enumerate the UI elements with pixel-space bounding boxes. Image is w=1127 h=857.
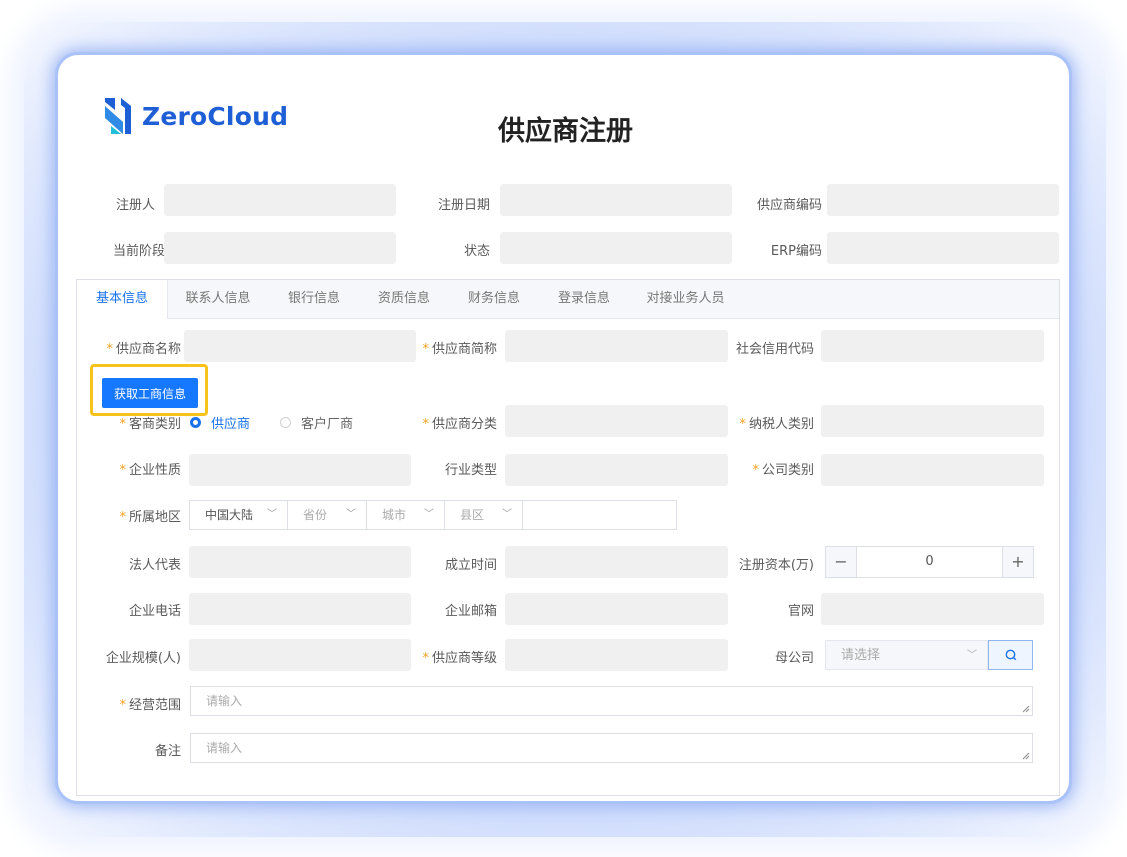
established-label: 成立时间 [444,558,497,573]
chevron-down-icon: ﹀ [502,509,512,520]
registrant-field[interactable] [164,184,396,216]
industry-type-field[interactable] [505,454,728,486]
supplier-short-label: * 供应商简称 [422,342,497,357]
county-select[interactable]: 县区 ﹀ [445,501,523,529]
brand-name: ZeroCloud [142,101,289,131]
registration-card: ZeroCloud 供应商注册 注册人 注册日期 供应商编码 当前阶段 状态 E… [58,55,1069,801]
enterprise-nature-field[interactable] [189,454,411,486]
radio-supplier[interactable]: 供应商 [190,413,250,432]
province-select[interactable]: 省份 ﹀ [288,501,367,529]
tab-basic-info[interactable]: 基本信息 [77,280,168,319]
company-size-label: 企业规模(人) [105,651,181,666]
register-date-label: 注册日期 [437,198,490,213]
register-date-field[interactable] [500,184,732,216]
tab-contacts[interactable]: 联系人信息 [172,280,264,318]
radio-checked-icon [190,417,201,428]
parent-company-label: 母公司 [774,651,814,666]
tab-login[interactable]: 登录信息 [539,280,629,318]
resize-grip-icon [1022,705,1030,713]
enterprise-nature-label: * 企业性质 [119,463,181,478]
address-input[interactable] [523,501,676,529]
chevron-down-icon: ﹀ [424,509,434,520]
reg-capital-stepper: − 0 + [825,546,1034,578]
chevron-down-icon: ﹀ [967,650,977,661]
website-label: 官网 [787,604,814,619]
fetch-business-info-button[interactable]: 获取工商信息 [102,378,198,408]
status-label: 状态 [463,244,490,259]
registrant-label: 注册人 [115,198,155,213]
city-select[interactable]: 城市 ﹀ [367,501,445,529]
remarks-label: 备注 [154,744,181,759]
supplier-level-label: * 供应商等级 [422,651,497,666]
reg-capital-label: 注册资本(万) [738,558,814,573]
supplier-code-label: 供应商编码 [756,198,822,213]
current-stage-field[interactable] [164,232,396,264]
tab-bar: 基本信息 联系人信息 银行信息 资质信息 财务信息 登录信息 对接业务人员 [77,280,1059,319]
radio-customer[interactable]: 客户厂商 [280,413,353,432]
tab-finance[interactable]: 财务信息 [449,280,539,318]
supplier-name-field[interactable] [184,330,416,362]
merchant-type-label: * 客商类别 [119,417,181,432]
remarks-input[interactable]: 请输入 [190,733,1033,763]
established-field[interactable] [505,546,728,578]
supplier-name-label: * 供应商名称 [106,342,181,357]
current-stage-label: 当前阶段 [112,244,165,259]
supplier-short-field[interactable] [505,330,728,362]
supplier-code-field[interactable] [827,184,1059,216]
decrement-button[interactable]: − [826,547,856,577]
company-type-label: * 公司类别 [752,463,814,478]
credit-code-field[interactable] [821,330,1044,362]
business-scope-input[interactable]: 请输入 [190,686,1033,716]
taxpayer-type-field[interactable] [821,405,1044,437]
business-scope-label: * 经营范围 [119,698,181,713]
supplier-category-label: * 供应商分类 [422,417,497,432]
radio-unchecked-icon [280,417,291,428]
company-phone-field[interactable] [189,593,411,625]
supplier-level-field[interactable] [505,639,728,671]
country-select[interactable]: 中国大陆 ﹀ [190,501,288,529]
status-field[interactable] [500,232,732,264]
resize-grip-icon [1022,752,1030,760]
chevron-down-icon: ﹀ [267,509,277,520]
search-icon [1005,649,1017,661]
detail-panel: 基本信息 联系人信息 银行信息 资质信息 财务信息 登录信息 对接业务人员 * 供… [76,279,1060,796]
region-selector: 中国大陆 ﹀ 省份 ﹀ 城市 ﹀ 县区 ﹀ [189,500,677,530]
legal-rep-field[interactable] [189,546,411,578]
brand-logo: ZeroCloud [103,95,288,137]
legal-rep-label: 法人代表 [128,558,181,573]
industry-type-label: 行业类型 [444,463,497,478]
website-field[interactable] [821,593,1044,625]
tab-qualification[interactable]: 资质信息 [359,280,449,318]
reg-capital-value[interactable]: 0 [856,547,1003,577]
parent-company-select[interactable]: 请选择 ﹀ [825,640,988,670]
supplier-category-field[interactable] [505,405,728,437]
tab-business-staff[interactable]: 对接业务人员 [633,280,738,318]
company-email-field[interactable] [505,593,728,625]
parent-search-button[interactable] [988,640,1033,670]
page-title: 供应商注册 [498,116,633,147]
company-email-label: 企业邮箱 [444,604,497,619]
company-phone-label: 企业电话 [128,604,181,619]
chevron-down-icon: ﹀ [346,509,356,520]
company-type-field[interactable] [821,454,1044,486]
tab-bank[interactable]: 银行信息 [269,280,359,318]
credit-code-label: 社会信用代码 [735,342,814,357]
increment-button[interactable]: + [1003,547,1033,577]
taxpayer-type-label: * 纳税人类别 [739,417,814,432]
zerocloud-logo-icon [105,98,131,134]
company-size-field[interactable] [189,639,411,671]
erp-code-field[interactable] [827,232,1059,264]
region-label: * 所属地区 [119,510,181,525]
erp-code-label: ERP编码 [770,244,822,259]
